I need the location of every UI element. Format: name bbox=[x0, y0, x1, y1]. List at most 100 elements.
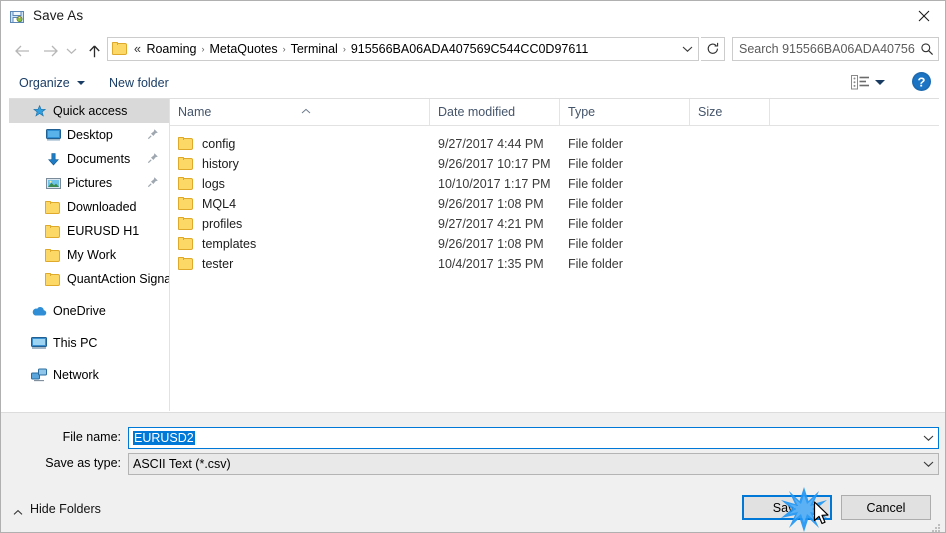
sidebar-item-label: Desktop bbox=[67, 128, 113, 142]
sidebar-item-this-pc[interactable]: This PC bbox=[9, 331, 169, 355]
refresh-button[interactable] bbox=[701, 37, 725, 61]
column-header-date-modified[interactable]: Date modified bbox=[430, 99, 560, 125]
up-arrow-icon bbox=[88, 45, 100, 57]
table-row[interactable]: MQL4 9/26/2017 1:08 PM File folder bbox=[170, 194, 939, 214]
sidebar-item-label: Pictures bbox=[67, 176, 113, 190]
sidebar-item-onedrive[interactable]: OneDrive bbox=[9, 299, 169, 323]
sidebar-item-eurusd-h1[interactable]: EURUSD H1 bbox=[9, 219, 169, 243]
file-name-input[interactable]: EURUSD2 bbox=[128, 427, 939, 449]
file-name: MQL4 bbox=[202, 197, 237, 211]
chevron-up-icon bbox=[13, 505, 23, 515]
chevron-down-icon bbox=[682, 46, 692, 52]
file-name-dropdown-button[interactable] bbox=[918, 428, 938, 448]
sidebar-item-quantaction-signal[interactable]: QuantAction Signal bbox=[9, 267, 169, 291]
sidebar-item-downloaded[interactable]: Downloaded bbox=[9, 195, 169, 219]
breadcrumb-overflow[interactable]: « bbox=[130, 42, 142, 56]
column-header-name[interactable]: Name bbox=[170, 99, 430, 125]
pin-icon[interactable] bbox=[147, 128, 161, 142]
table-row[interactable]: logs 10/10/2017 1:17 PM File folder bbox=[170, 174, 939, 194]
sidebar-item-desktop[interactable]: Desktop bbox=[9, 123, 169, 147]
sort-ascending-icon bbox=[301, 101, 311, 114]
breadcrumb-item-metaquotes[interactable]: MetaQuotes bbox=[205, 42, 281, 56]
folder-icon bbox=[45, 247, 61, 263]
column-header-size[interactable]: Size bbox=[690, 99, 770, 125]
file-name: templates bbox=[202, 237, 257, 251]
sidebar-item-label: This PC bbox=[53, 336, 98, 350]
column-header-label: Name bbox=[178, 105, 212, 119]
file-date-modified: 10/10/2017 1:17 PM bbox=[438, 177, 551, 191]
pictures-icon bbox=[45, 175, 61, 191]
address-dropdown-button[interactable] bbox=[676, 38, 698, 60]
quick-access-star-icon bbox=[31, 103, 47, 119]
hide-folders-button[interactable]: Hide Folders bbox=[13, 502, 101, 516]
file-list: Name Date modified Type Size config 9/27… bbox=[170, 99, 939, 411]
up-one-level-button[interactable] bbox=[81, 37, 107, 65]
table-row[interactable]: history 9/26/2017 10:17 PM File folder bbox=[170, 154, 939, 174]
resize-grip-icon[interactable] bbox=[931, 520, 941, 532]
table-row[interactable]: profiles 9/27/2017 4:21 PM File folder bbox=[170, 214, 939, 234]
address-bar[interactable]: « Roaming › MetaQuotes › Terminal › 9155… bbox=[107, 37, 699, 61]
close-button[interactable] bbox=[901, 1, 945, 31]
save-button[interactable]: Save bbox=[742, 495, 832, 520]
file-type: File folder bbox=[568, 257, 623, 271]
sidebar-item-label: Network bbox=[53, 368, 99, 382]
column-headers: Name Date modified Type Size bbox=[170, 99, 939, 126]
file-date-modified: 9/26/2017 1:08 PM bbox=[438, 197, 544, 211]
documents-download-icon bbox=[45, 151, 61, 167]
sidebar-item-my-work[interactable]: My Work bbox=[9, 243, 169, 267]
table-row[interactable]: templates 9/26/2017 1:08 PM File folder bbox=[170, 234, 939, 254]
column-header-type[interactable]: Type bbox=[560, 99, 690, 125]
search-icon[interactable] bbox=[916, 38, 938, 60]
help-icon: ? bbox=[912, 72, 931, 91]
change-view-button[interactable] bbox=[849, 71, 871, 93]
help-button[interactable]: ? bbox=[911, 71, 933, 93]
sidebar-item-label: QuantAction Signal bbox=[67, 272, 169, 286]
table-row[interactable]: tester 10/4/2017 1:35 PM File folder bbox=[170, 254, 939, 274]
refresh-icon bbox=[707, 42, 718, 54]
back-arrow-icon bbox=[14, 45, 29, 57]
recent-locations-button[interactable] bbox=[61, 37, 81, 65]
table-row[interactable]: config 9/27/2017 4:44 PM File folder bbox=[170, 134, 939, 154]
file-name: tester bbox=[202, 257, 234, 271]
view-dropdown-caret-icon[interactable] bbox=[875, 80, 885, 85]
sidebar-item-documents[interactable]: Documents bbox=[9, 147, 169, 171]
sidebar-item-pictures[interactable]: Pictures bbox=[9, 171, 169, 195]
pin-icon[interactable] bbox=[147, 176, 161, 190]
breadcrumb-item-terminal-id[interactable]: 915566BA06ADA407569C544CC0D97611 bbox=[347, 42, 592, 56]
search-input[interactable]: Search 915566BA06ADA40756... bbox=[732, 37, 939, 61]
file-date-modified: 10/4/2017 1:35 PM bbox=[438, 257, 544, 271]
folder-icon bbox=[112, 42, 128, 56]
file-date-modified: 9/27/2017 4:21 PM bbox=[438, 217, 544, 231]
navigation-pane: Quick access Desktop Documents Pictures … bbox=[9, 99, 169, 411]
new-folder-button[interactable]: New folder bbox=[101, 69, 177, 97]
file-name: config bbox=[202, 137, 236, 151]
pin-icon[interactable] bbox=[147, 152, 161, 166]
save-as-icon bbox=[10, 9, 26, 25]
organize-button[interactable]: Organize bbox=[11, 69, 93, 97]
column-header-label: Size bbox=[698, 105, 723, 119]
file-name: profiles bbox=[202, 217, 243, 231]
chevron-down-icon bbox=[923, 461, 933, 467]
desktop-icon bbox=[45, 127, 61, 143]
sidebar-item-quick-access[interactable]: Quick access bbox=[9, 99, 169, 123]
file-name: logs bbox=[202, 177, 225, 191]
file-type: File folder bbox=[568, 177, 623, 191]
search-placeholder: Search 915566BA06ADA40756... bbox=[739, 42, 916, 56]
breadcrumb-item-terminal[interactable]: Terminal bbox=[287, 42, 342, 56]
file-type: File folder bbox=[568, 237, 623, 251]
cancel-button[interactable]: Cancel bbox=[841, 495, 931, 520]
window-title: Save As bbox=[33, 8, 84, 23]
sidebar-item-network[interactable]: Network bbox=[9, 363, 169, 387]
sidebar-item-label: Documents bbox=[67, 152, 131, 166]
save-as-type-dropdown-button[interactable] bbox=[918, 454, 938, 474]
title-bar: Save As bbox=[1, 1, 945, 33]
save-as-type-label: Save as type: bbox=[45, 456, 121, 470]
breadcrumb-item-roaming[interactable]: Roaming bbox=[142, 42, 200, 56]
svg-text:?: ? bbox=[918, 74, 926, 89]
save-as-type-select[interactable]: ASCII Text (*.csv) bbox=[128, 453, 939, 475]
folder-icon bbox=[45, 271, 61, 287]
forward-button[interactable] bbox=[37, 37, 63, 65]
back-button[interactable] bbox=[9, 37, 35, 65]
